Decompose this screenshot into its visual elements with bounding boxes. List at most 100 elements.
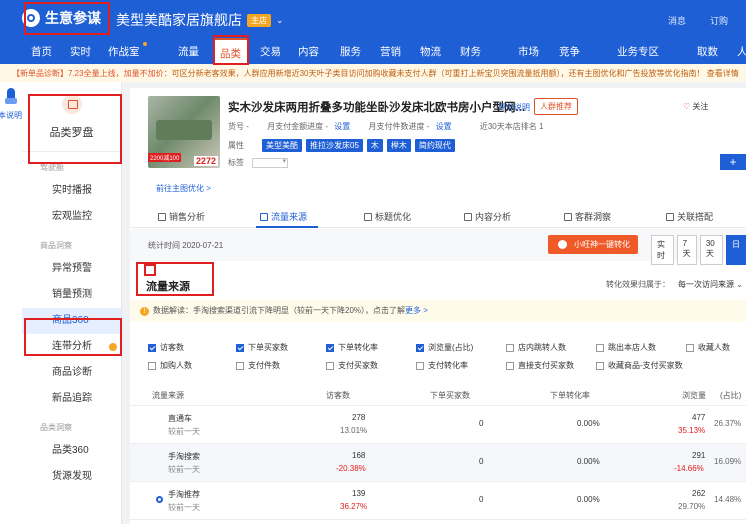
tab-traffic[interactable]: 流量来源 (260, 210, 307, 223)
nav-market[interactable]: 市场 (518, 44, 539, 59)
tab-sales[interactable]: 销售分析 (158, 210, 205, 223)
col-source[interactable]: 流量来源 (152, 390, 184, 401)
nav-home[interactable]: 首页 (31, 44, 52, 59)
nav-traffic[interactable]: 流量 (178, 44, 199, 59)
table-row[interactable]: 直通车 较前一天 278 13.01% 0 0.00% 477 35.13% 2… (130, 406, 746, 444)
nav-competition[interactable]: 竞争 (559, 44, 580, 59)
sidebar: 品类罗盘 驾驶舱 实时播报 宏观监控 商品洞察 异常预警 销量预测 商品360 … (22, 82, 122, 524)
product-image[interactable]: 2200减100 2272 (148, 96, 220, 168)
eval-link[interactable]: 评分说明 (498, 102, 530, 113)
nav-service[interactable]: 服务 (340, 44, 361, 59)
sidebar-item-forecast[interactable]: 销量预测 (22, 282, 121, 308)
col-order-buyers[interactable]: 下单买家数 (430, 390, 470, 401)
sidebar-title: 品类罗盘 (49, 126, 94, 139)
col-pv[interactable]: 浏览量 (682, 390, 706, 401)
rail-label[interactable]: 本说明 (0, 110, 22, 121)
row-pv: 291 (692, 451, 706, 460)
checkbox-pay-items[interactable]: 支付件数 (236, 360, 280, 371)
checkbox-cart[interactable]: 加购人数 (148, 360, 192, 371)
sidebar-item-product360[interactable]: 商品360 (22, 308, 121, 334)
col-order-rate[interactable]: 下单转化率 (550, 390, 590, 401)
label-select[interactable] (252, 157, 288, 168)
tab-traffic-label: 流量来源 (271, 212, 308, 222)
checkbox-in-store-jump[interactable]: 店内跳转人数 (506, 342, 566, 353)
nav-category[interactable]: 品类 (214, 38, 247, 64)
notice-lead: 【新单品诊断】7.23全量上线，加量不加价： (12, 69, 172, 78)
sidebar-item-realtime[interactable]: 实时播报 (22, 178, 121, 204)
row-share: 26.37% (714, 419, 742, 428)
optimize-image-link[interactable]: 前往主图优化 > (156, 183, 211, 194)
add-button[interactable]: + (720, 154, 746, 170)
tab-link[interactable]: 关联搭配 (666, 210, 713, 223)
tab-title[interactable]: 标题优化 (364, 210, 411, 223)
checkbox-fav-pay[interactable]: 收藏商品-支付买家数 (596, 360, 683, 371)
range-30d[interactable]: 30天 (699, 235, 723, 265)
checkbox-pay-rate[interactable]: 支付转化率 (416, 360, 468, 371)
crowd-recommend-button[interactable]: 人群推荐 (534, 98, 578, 115)
nav-data[interactable]: 取数 (697, 44, 718, 59)
row-pv-cmp: 35.13% (678, 426, 706, 435)
table-row[interactable]: 手淘搜索 较前一天 168 -20.38% 0 0.00% 291 -14.66… (130, 444, 746, 482)
follow-button[interactable]: ♡ 关注 (683, 101, 708, 112)
row-visitors: 168 (352, 451, 366, 460)
tab-content[interactable]: 内容分析 (464, 210, 511, 223)
checkbox-order-rate[interactable]: 下单转化率 (326, 342, 378, 353)
product-title[interactable]: 实木沙发床两用折叠多功能坐卧沙发床北欧书房小户型网... (228, 99, 525, 115)
notice-text: 可区分新老客效果，人群应用新增近30天叶子类目访问加购收藏未支付人群（可重打上新… (171, 69, 739, 78)
nav-marketing[interactable]: 营销 (380, 44, 401, 59)
sidebar-item-macro[interactable]: 宏观监控 (22, 204, 121, 230)
shop-switcher[interactable]: 美型美酷家居旗舰店 主店 ⌄ (116, 10, 284, 30)
sidebar-item-bundle-label: 连带分析 (52, 341, 92, 352)
range-realtime[interactable]: 实时 (651, 235, 674, 265)
message-link[interactable]: 消息 (668, 14, 686, 27)
tab-title-label: 标题优化 (375, 212, 412, 222)
range-day[interactable]: 日 (726, 235, 746, 265)
nav-content[interactable]: 内容 (298, 44, 319, 59)
pay-goal-set-link[interactable]: 设置 (334, 122, 350, 131)
attribution-select[interactable]: 转化效果归属于： 每一次访问来源 ⌄ (606, 279, 743, 290)
checkbox-pv[interactable]: 浏览量(占比) (416, 342, 473, 353)
checkbox-bounce[interactable]: 跳出本店人数 (596, 342, 656, 353)
attr-label: 属性 (228, 141, 244, 150)
nav-war-room[interactable]: 作战室 (108, 44, 140, 59)
nav-trade[interactable]: 交易 (260, 44, 281, 59)
col-visitors[interactable]: 访客数 (326, 390, 350, 401)
selected-radio-icon[interactable] (156, 496, 163, 503)
one-click-convert-button[interactable]: 小旺神一键转化 (548, 235, 638, 254)
checkbox-visitors[interactable]: 访客数 (148, 342, 184, 353)
nav-finance[interactable]: 财务 (460, 44, 481, 59)
sidebar-item-diagnosis[interactable]: 商品诊断 (22, 360, 121, 386)
tip-text: 数据解读：手淘搜索渠道引流下降明显（较前一天下降20%），点击了解 (153, 306, 406, 315)
nav-logistics[interactable]: 物流 (420, 44, 441, 59)
sidebar-item-new-product[interactable]: 新品追踪 (22, 386, 121, 412)
table-row[interactable]: 手淘推荐 较前一天 139 36.27% 0 0.00% 262 29.70% … (130, 482, 746, 520)
attribution-value: 每一次访问来源 (678, 280, 734, 289)
nav-realtime[interactable]: 实时 (70, 44, 91, 59)
checkbox-favorites[interactable]: 收藏人数 (686, 342, 730, 353)
app-logo[interactable]: 生意参谋 (22, 8, 101, 28)
sidebar-item-category360[interactable]: 品类360 (22, 438, 121, 464)
sidebar-item-sourcing[interactable]: 货源发现 (22, 464, 121, 490)
checkbox-pay-buyers[interactable]: 支付买家数 (326, 360, 378, 371)
sidebar-item-alert[interactable]: 异常预警 (22, 256, 121, 282)
pay-count-set-link[interactable]: 设置 (436, 122, 452, 131)
nav-more[interactable]: 人 (737, 44, 746, 59)
sidebar-item-bundle[interactable]: 连带分析 (22, 334, 121, 360)
col-share[interactable]: (占比) (720, 390, 741, 401)
subscribe-link[interactable]: 订购 (710, 14, 728, 27)
checkbox-order-buyers[interactable]: 下单买家数 (236, 342, 288, 353)
cb-label: 浏览量(占比) (428, 343, 474, 352)
tab-customer[interactable]: 客群洞察 (564, 210, 611, 223)
rocket-icon[interactable] (4, 88, 18, 108)
nav-business-zone[interactable]: 业务专区 (617, 44, 659, 59)
range-7d[interactable]: 7天 (676, 235, 697, 265)
row-compare-label: 较前一天 (168, 503, 200, 512)
tip-more-link[interactable]: 更多 > (405, 306, 428, 315)
notice-bar[interactable]: 【新单品诊断】7.23全量上线，加量不加价：可区分新老客效果，人群应用新增近30… (0, 64, 746, 82)
checkbox-direct-pay[interactable]: 直接支付买家数 (506, 360, 574, 371)
cb-label: 直接支付买家数 (518, 361, 574, 370)
table-header: 流量来源 访客数 下单买家数 下单转化率 浏览量 (占比) (130, 384, 746, 406)
row-visitors-cmp: 13.01% (340, 426, 368, 435)
main-panel: 2200减100 2272 实木沙发床两用折叠多功能坐卧沙发床北欧书房小户型网.… (130, 88, 746, 524)
row-pv: 262 (692, 489, 706, 498)
